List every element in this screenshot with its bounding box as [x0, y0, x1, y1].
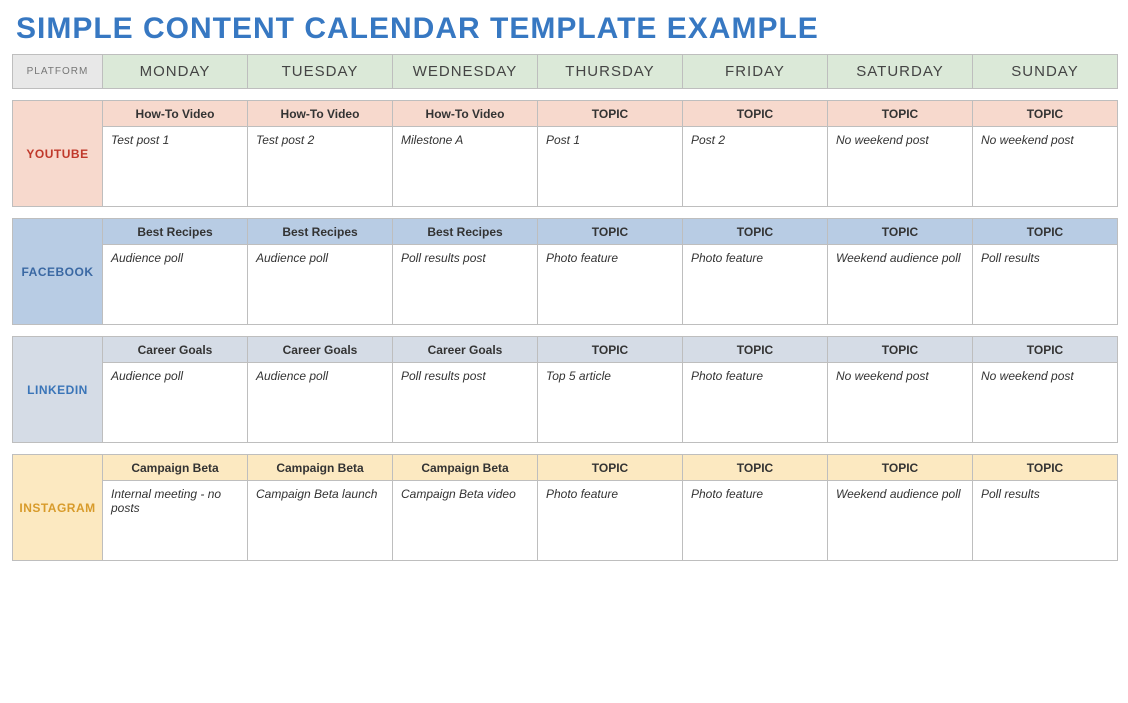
content-cell: Post 1 [538, 127, 683, 207]
content-cell: Weekend audience poll [828, 481, 973, 561]
content-cell: Milestone A [393, 127, 538, 207]
content-cell: Poll results [973, 245, 1118, 325]
topic-cell: TOPIC [828, 101, 973, 127]
content-cell: Audience poll [103, 363, 248, 443]
topic-cell: TOPIC [538, 455, 683, 481]
platform-block-facebook: FACEBOOK Best Recipes Best Recipes Best … [13, 219, 1118, 325]
topic-cell: How-To Video [393, 101, 538, 127]
platform-label: INSTAGRAM [13, 455, 103, 561]
content-cell: Poll results post [393, 363, 538, 443]
topic-cell: TOPIC [828, 337, 973, 363]
day-header: SATURDAY [828, 55, 973, 89]
topic-cell: How-To Video [103, 101, 248, 127]
content-cell: Photo feature [538, 245, 683, 325]
content-cell: Audience poll [248, 245, 393, 325]
content-cell: Audience poll [248, 363, 393, 443]
content-cell: Audience poll [103, 245, 248, 325]
content-cell: Campaign Beta video [393, 481, 538, 561]
topic-cell: Campaign Beta [103, 455, 248, 481]
content-cell: Poll results [973, 481, 1118, 561]
content-cell: No weekend post [828, 363, 973, 443]
topic-cell: TOPIC [828, 219, 973, 245]
content-cell: Test post 1 [103, 127, 248, 207]
day-header: MONDAY [103, 55, 248, 89]
topic-cell: TOPIC [973, 219, 1118, 245]
topic-cell: TOPIC [828, 455, 973, 481]
content-cell: Photo feature [538, 481, 683, 561]
day-header: THURSDAY [538, 55, 683, 89]
day-header: SUNDAY [973, 55, 1118, 89]
content-cell: Post 2 [683, 127, 828, 207]
topic-cell: Campaign Beta [393, 455, 538, 481]
topic-cell: TOPIC [538, 337, 683, 363]
day-header: FRIDAY [683, 55, 828, 89]
content-cell: Top 5 article [538, 363, 683, 443]
topic-cell: Best Recipes [103, 219, 248, 245]
platform-label: YOUTUBE [13, 101, 103, 207]
page-title: SIMPLE CONTENT CALENDAR TEMPLATE EXAMPLE [16, 12, 1116, 46]
topic-cell: TOPIC [973, 101, 1118, 127]
platform-block-instagram: INSTAGRAM Campaign Beta Campaign Beta Ca… [13, 455, 1118, 561]
topic-cell: TOPIC [538, 219, 683, 245]
content-cell: Internal meeting - no posts [103, 481, 248, 561]
topic-cell: TOPIC [973, 337, 1118, 363]
topic-cell: Best Recipes [393, 219, 538, 245]
content-cell: Test post 2 [248, 127, 393, 207]
calendar-table: PLATFORM MONDAY TUESDAY WEDNESDAY THURSD… [12, 54, 1118, 561]
day-header-row: PLATFORM MONDAY TUESDAY WEDNESDAY THURSD… [13, 55, 1118, 89]
content-cell: No weekend post [828, 127, 973, 207]
topic-cell: Career Goals [103, 337, 248, 363]
topic-cell: TOPIC [973, 455, 1118, 481]
topic-cell: TOPIC [683, 101, 828, 127]
content-cell: Campaign Beta launch [248, 481, 393, 561]
content-cell: Poll results post [393, 245, 538, 325]
platform-block-youtube: YOUTUBE How-To Video How-To Video How-To… [13, 101, 1118, 207]
content-cell: Photo feature [683, 481, 828, 561]
topic-cell: Best Recipes [248, 219, 393, 245]
topic-cell: Campaign Beta [248, 455, 393, 481]
content-cell: Photo feature [683, 245, 828, 325]
platform-label: FACEBOOK [13, 219, 103, 325]
day-header: WEDNESDAY [393, 55, 538, 89]
topic-cell: Career Goals [393, 337, 538, 363]
topic-cell: TOPIC [538, 101, 683, 127]
content-cell: No weekend post [973, 127, 1118, 207]
topic-cell: TOPIC [683, 219, 828, 245]
topic-cell: TOPIC [683, 455, 828, 481]
day-header: TUESDAY [248, 55, 393, 89]
platform-header-label: PLATFORM [13, 55, 103, 89]
content-cell: No weekend post [973, 363, 1118, 443]
topic-cell: TOPIC [683, 337, 828, 363]
topic-cell: Career Goals [248, 337, 393, 363]
content-cell: Photo feature [683, 363, 828, 443]
platform-label: LINKEDIN [13, 337, 103, 443]
topic-cell: How-To Video [248, 101, 393, 127]
content-cell: Weekend audience poll [828, 245, 973, 325]
platform-block-linkedin: LINKEDIN Career Goals Career Goals Caree… [13, 337, 1118, 443]
